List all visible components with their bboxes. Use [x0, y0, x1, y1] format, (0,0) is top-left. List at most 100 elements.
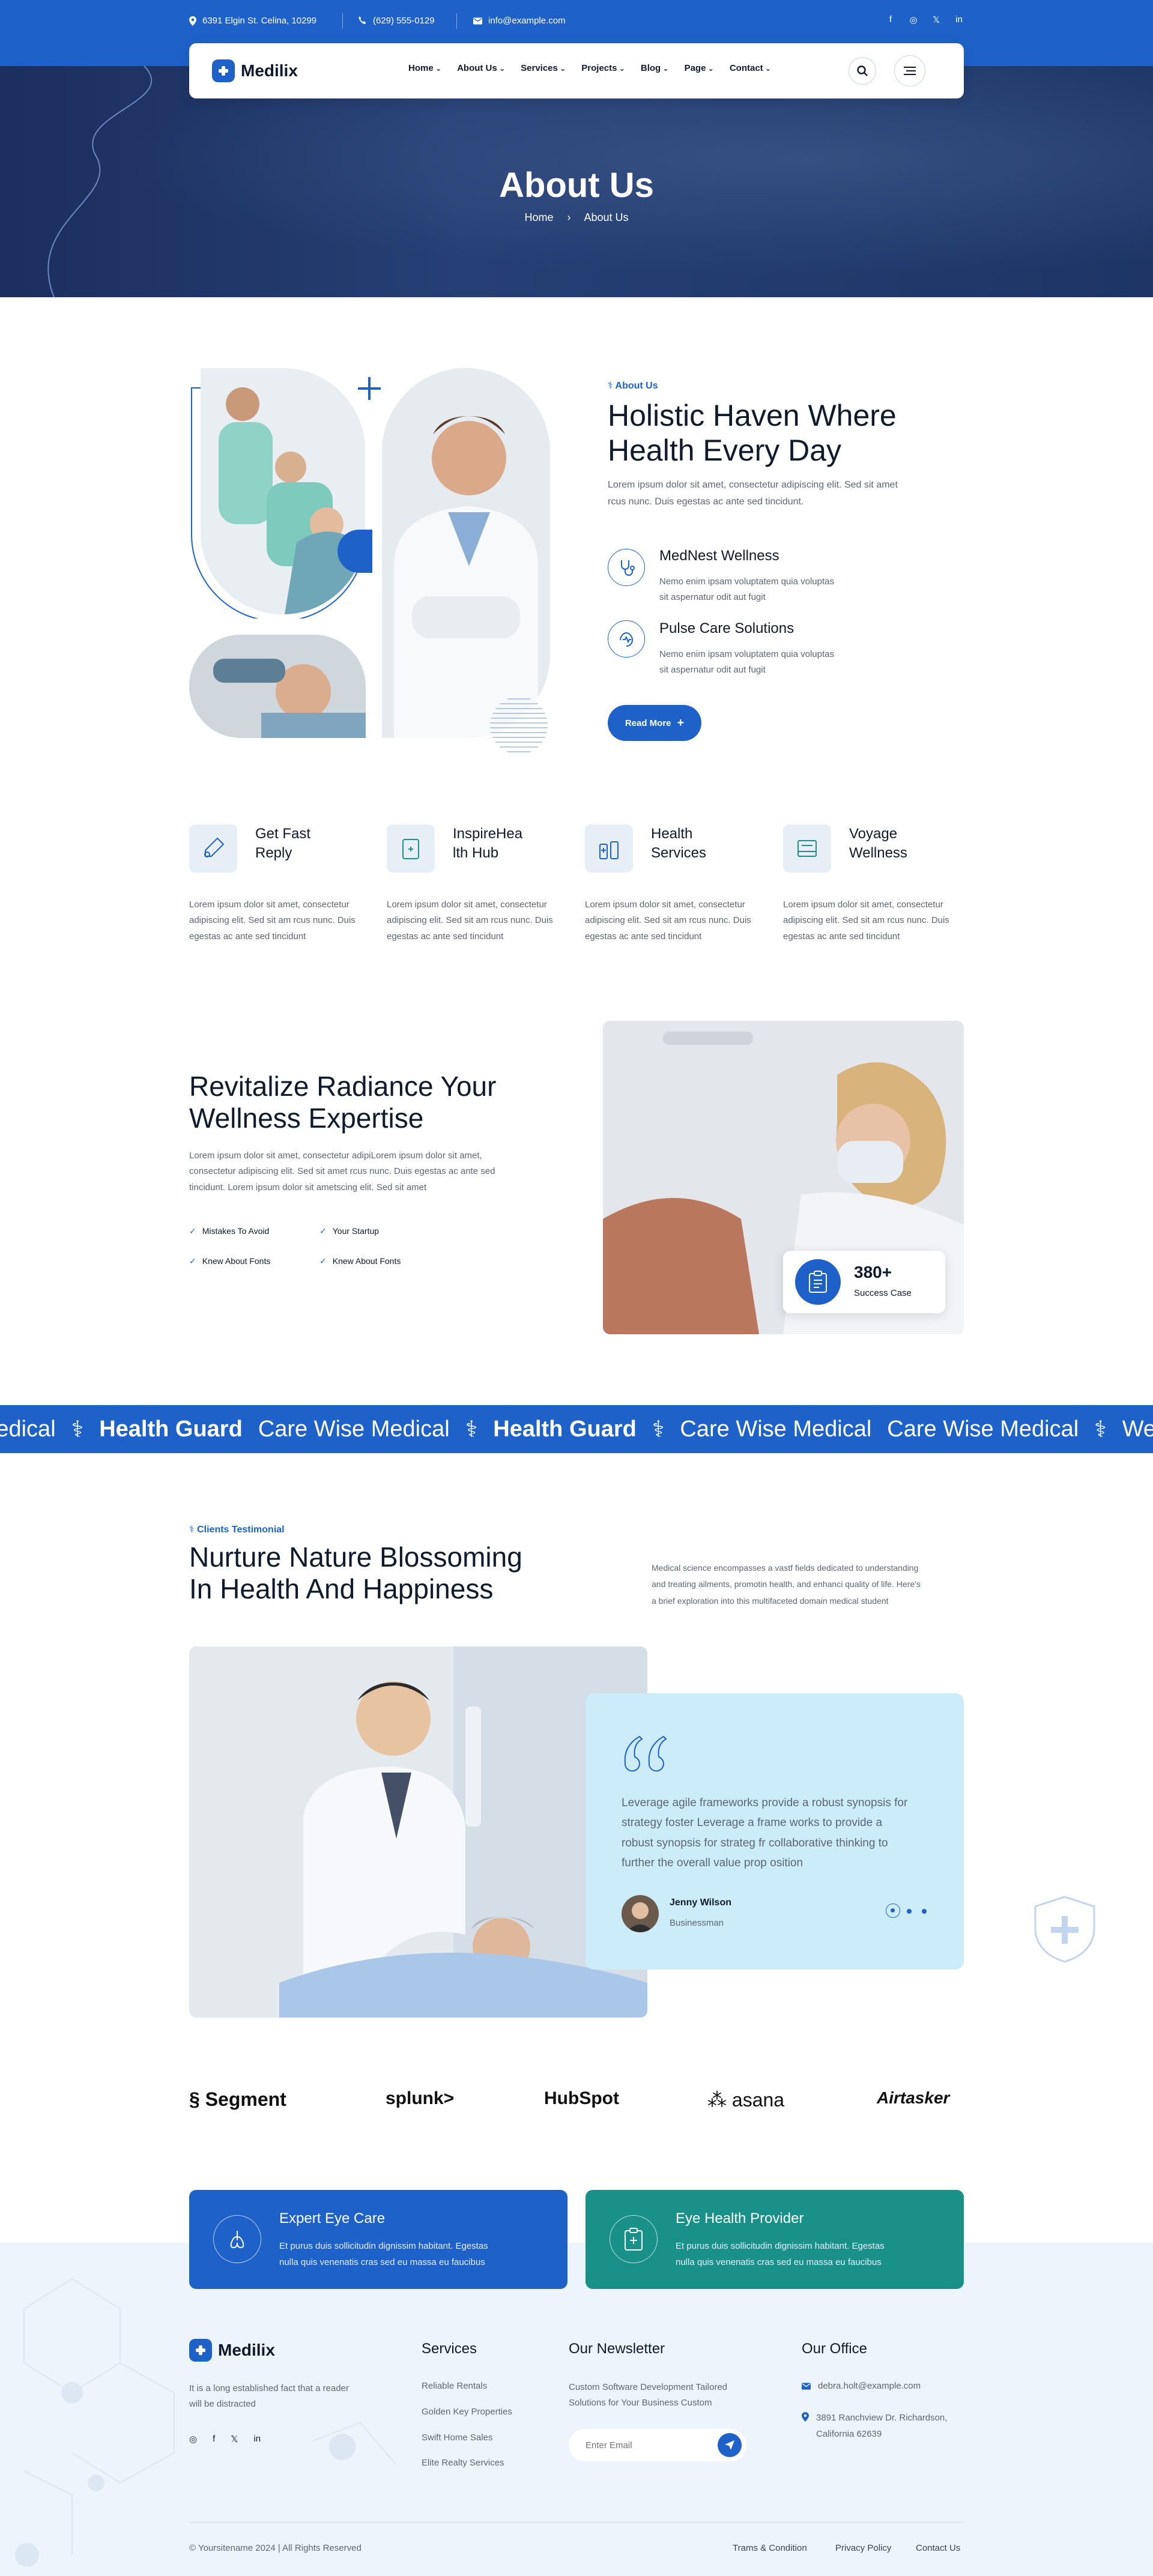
- newsletter-text: Custom Software Development Tailored Sol…: [569, 2380, 727, 2411]
- avatar: [622, 1895, 659, 1932]
- topbar-social: f ◎ 𝕏 in: [886, 14, 964, 25]
- office-email[interactable]: debra.holt@example.com: [802, 2381, 921, 2391]
- about-title-line: Holistic Haven Where: [608, 399, 897, 432]
- cta-card-eye-care[interactable]: Expert Eye Care Et purus duis sollicitud…: [189, 2190, 567, 2289]
- email-text[interactable]: info@example.com: [488, 16, 566, 26]
- divider: [342, 13, 343, 29]
- testimonial-title-line: In Health And Happiness: [189, 1573, 494, 1604]
- brand-segment: § Segment: [189, 2088, 286, 2111]
- nav-item-home[interactable]: Home: [408, 63, 441, 73]
- doctor-portrait-photo: [382, 368, 550, 738]
- service-desc: Lorem ipsum dolor sit amet, consectetur a…: [783, 897, 969, 945]
- footer-logo-text: Medilix: [218, 2341, 275, 2359]
- footer-service-link[interactable]: Elite Realty Services: [422, 2458, 504, 2468]
- instagram-icon[interactable]: ◎: [189, 2434, 197, 2444]
- service-desc: Lorem ipsum dolor sit amet, consectetur a…: [189, 897, 375, 945]
- service-title-line: Wellness: [849, 845, 907, 862]
- cta-icon-wrap: [213, 2215, 261, 2263]
- check-item: ✓ Your Startup: [319, 1226, 379, 1236]
- newsletter-email-input[interactable]: [586, 2437, 706, 2453]
- feature-title: MedNest Wellness: [659, 548, 779, 564]
- feature-icon-wrap: [608, 549, 645, 586]
- read-more-label: Read More: [625, 718, 671, 728]
- hero-title: About Us: [499, 166, 654, 205]
- x-twitter-icon[interactable]: 𝕏: [231, 2434, 238, 2444]
- feature-desc: Nemo enim ipsam voluptatem quia voluptas…: [659, 647, 834, 679]
- medical-clipboard-icon: [402, 839, 419, 859]
- service-desc-line: adipiscing elit. Sed sit am rcus nunc. D…: [189, 915, 356, 926]
- doctor-photo-graphic: [382, 368, 550, 738]
- site-logo[interactable]: Medilix: [212, 59, 298, 82]
- nav-item-projects[interactable]: Projects: [581, 63, 625, 73]
- cta-title: Expert Eye Care: [279, 2210, 386, 2227]
- instagram-icon[interactable]: ◎: [909, 14, 918, 25]
- nav-item-blog[interactable]: Blog: [641, 63, 669, 73]
- facebook-icon[interactable]: f: [213, 2434, 215, 2444]
- office-title: Our Office: [802, 2341, 867, 2357]
- nav-menu: Home About Us Services Projects Blog Pag…: [408, 63, 771, 73]
- phone-text[interactable]: (629) 555-0129: [373, 16, 435, 26]
- quote-line: Leverage agile frameworks provide a robu…: [622, 1797, 908, 1809]
- nav-item-services[interactable]: Services: [521, 63, 566, 73]
- about-text-line: Lorem ipsum dolor sit amet, consectetur …: [608, 480, 898, 490]
- menu-toggle-button[interactable]: [894, 55, 925, 86]
- footer-link-contact[interactable]: Contact Us: [916, 2543, 960, 2553]
- stethoscope-icon: ⚕: [71, 1417, 84, 1442]
- footer-link-terms[interactable]: Trams & Condition: [733, 2543, 807, 2553]
- read-more-button[interactable]: Read More +: [608, 705, 701, 741]
- revitalize-text-line: consectetur adipiscing elit. Sed sit ame…: [189, 1166, 495, 1177]
- footer-logo[interactable]: Medilix: [189, 2339, 275, 2362]
- brand-hubspot: HubSpot: [544, 2088, 619, 2108]
- success-stat-card: 380+ Success Case: [783, 1251, 945, 1313]
- quote-line: strategy foster Leverage a frame works t…: [622, 1816, 883, 1830]
- linkedin-icon[interactable]: in: [253, 2434, 261, 2444]
- stethoscope-icon: ⚕: [1094, 1417, 1107, 1442]
- medicine-bottles-icon: [599, 841, 619, 859]
- testimonial-quote: Leverage agile frameworks provide a robu…: [622, 1793, 907, 1873]
- testimonial-side-text: Medical science encompasses a vastf fiel…: [652, 1560, 921, 1609]
- side-text-line: a brief exploration into this multifacet…: [652, 1595, 889, 1606]
- footer-service-link[interactable]: Reliable Rentals: [422, 2381, 487, 2391]
- slider-dot[interactable]: [907, 1909, 912, 1914]
- address-line: 3891 Ranchview Dr. Richardson,: [816, 2413, 948, 2423]
- footer-service-link[interactable]: Golden Key Properties: [422, 2407, 512, 2417]
- search-button[interactable]: [849, 57, 876, 85]
- page-hero: About Us Home › About Us: [0, 66, 1153, 297]
- service-icon-wrap: [783, 824, 831, 872]
- service-title: Voyage Wellness: [849, 824, 907, 863]
- stethoscope-icon: ⚕: [465, 1417, 478, 1442]
- cta-card-eye-health[interactable]: Eye Health Provider Et purus duis sollic…: [586, 2190, 964, 2289]
- cta-icon-wrap: [610, 2215, 658, 2263]
- nav-item-about[interactable]: About Us: [457, 63, 505, 73]
- revitalize-title-line: Revitalize Radiance Your: [189, 1071, 497, 1102]
- about-title: Holistic Haven Where Health Every Day: [608, 399, 897, 468]
- topbar-phone[interactable]: (629) 555-0129: [358, 16, 435, 26]
- newsletter-form: [569, 2429, 746, 2461]
- service-title: Health Services: [651, 824, 706, 863]
- stat-label: Success Case: [854, 1288, 912, 1298]
- linkedin-icon[interactable]: in: [954, 14, 964, 25]
- office-email-text[interactable]: debra.holt@example.com: [818, 2381, 921, 2391]
- site-footer: Medilix It is a long established fact th…: [0, 2243, 1153, 2576]
- about-text-line: rcus nunc. Duis egestas ac ante sed tinc…: [608, 497, 804, 507]
- x-twitter-icon[interactable]: 𝕏: [931, 14, 941, 25]
- revitalize-text-line: Lorem ipsum dolor sit amet, consectetur …: [189, 1150, 482, 1161]
- breadcrumb-home[interactable]: Home: [524, 211, 553, 223]
- location-pin-icon: [189, 16, 196, 26]
- footer-link-privacy[interactable]: Privacy Policy: [835, 2543, 891, 2553]
- footer-divider: [189, 2522, 964, 2523]
- newsletter-submit-button[interactable]: [718, 2433, 742, 2457]
- facebook-icon[interactable]: f: [886, 14, 895, 25]
- service-desc-line: egestas ac ante sed tincidunt: [387, 931, 504, 942]
- side-text-line: Medical science encompasses a vastf fiel…: [652, 1563, 919, 1573]
- nav-item-page[interactable]: Page: [685, 63, 714, 73]
- testimonial-title: Nurture Nature Blossoming In Health And …: [189, 1541, 522, 1605]
- topbar-email[interactable]: info@example.com: [473, 16, 566, 26]
- nav-item-contact[interactable]: Contact: [730, 63, 771, 73]
- slider-dot[interactable]: [922, 1909, 927, 1914]
- check-label: Mistakes To Avoid: [202, 1226, 270, 1236]
- slider-dot-active[interactable]: [886, 1903, 900, 1918]
- feature-desc-line: sit aspernatur odit aut fugit: [659, 592, 766, 603]
- footer-service-link[interactable]: Swift Home Sales: [422, 2432, 492, 2443]
- service-desc-line: adipiscing elit. Sed sit am rcus nunc. D…: [387, 915, 553, 926]
